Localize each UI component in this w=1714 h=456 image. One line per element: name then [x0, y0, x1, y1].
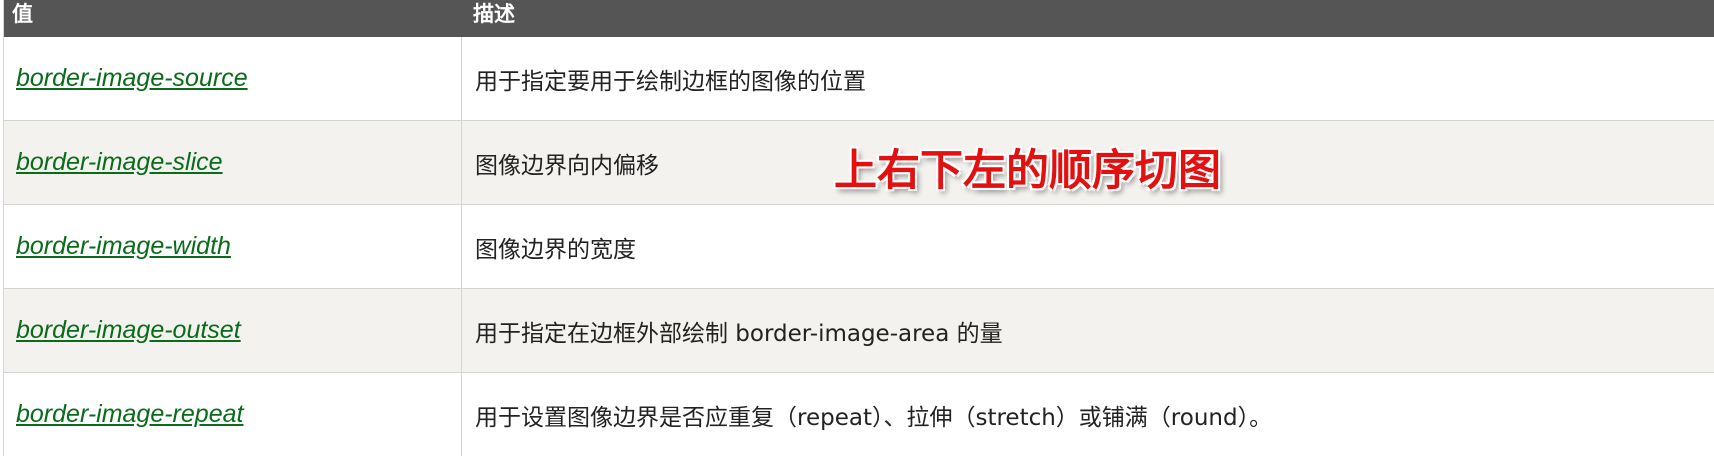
property-cell: border-image-outset	[4, 289, 462, 372]
description-cell: 图像边界的宽度	[475, 236, 636, 263]
table-row: border-image-source 用于指定要用于绘制边框的图像的位置	[4, 37, 1714, 121]
property-link-border-image-repeat[interactable]: border-image-repeat	[16, 400, 243, 429]
property-cell: border-image-source	[4, 37, 462, 120]
property-link-border-image-width[interactable]: border-image-width	[16, 232, 231, 261]
description-cell: 用于指定要用于绘制边框的图像的位置	[475, 68, 866, 95]
property-cell: border-image-repeat	[4, 373, 462, 456]
description-cell: 用于设置图像边界是否应重复（repeat）、拉伸（stretch）或铺满（rou…	[475, 404, 1273, 431]
table-row: border-image-outset 用于指定在边框外部绘制 border-i…	[4, 289, 1714, 373]
header-description: 描述	[473, 2, 515, 26]
description-cell: 用于指定在边框外部绘制 border-image-area 的量	[475, 320, 1003, 347]
property-cell: border-image-width	[4, 205, 462, 288]
table-row: border-image-repeat 用于设置图像边界是否应重复（repeat…	[4, 373, 1714, 456]
property-link-border-image-outset[interactable]: border-image-outset	[16, 316, 241, 345]
header-value: 值	[12, 2, 33, 26]
css-properties-table: 值 描述 border-image-source 用于指定要用于绘制边框的图像的…	[3, 0, 1714, 456]
table-header: 值 描述	[4, 0, 1714, 37]
table-row: border-image-width 图像边界的宽度	[4, 205, 1714, 289]
property-link-border-image-slice[interactable]: border-image-slice	[16, 148, 223, 177]
property-link-border-image-source[interactable]: border-image-source	[16, 64, 248, 93]
property-cell: border-image-slice	[4, 121, 462, 204]
annotation-overlay-text: 上右下左的顺序切图	[834, 146, 1221, 196]
